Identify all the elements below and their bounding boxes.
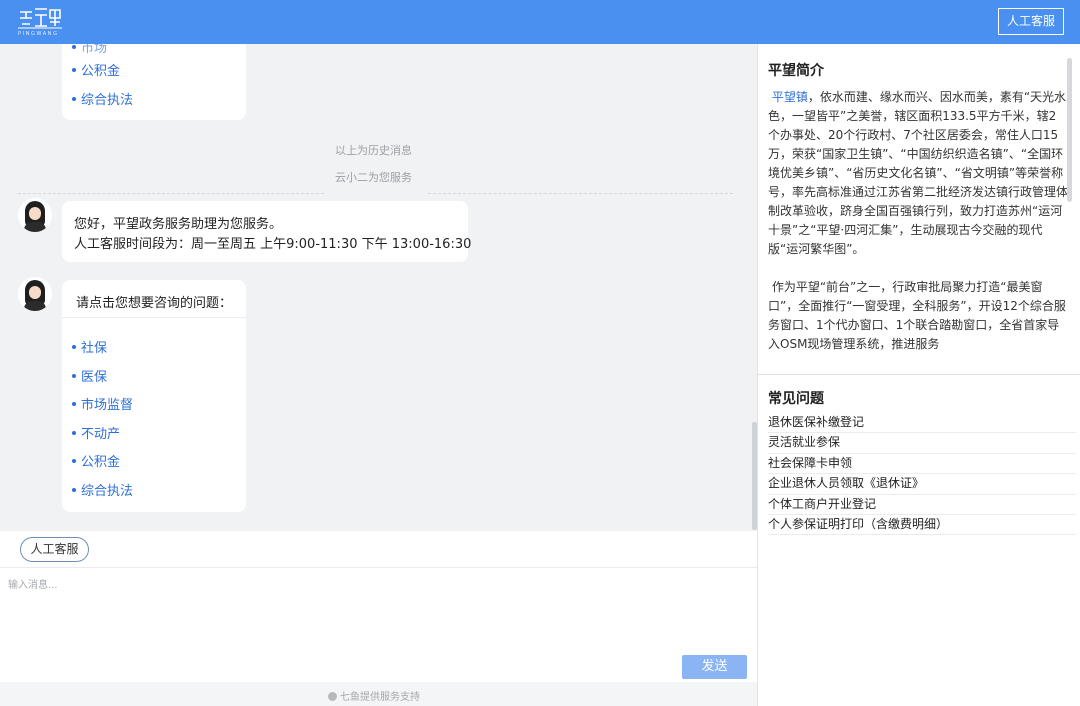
divider-right (428, 193, 733, 194)
list-item[interactable]: 市场 (72, 44, 107, 56)
intro-title: 平望简介 (768, 63, 824, 79)
human-service-pill[interactable]: 人工客服 (20, 537, 89, 562)
assistant-avatar (18, 277, 52, 311)
bullet-icon (72, 401, 76, 406)
info-panel: 平望简介 平望镇，依水而建、缘水而兴、因水而美，素有“天光水色，一望皆平”之美誉… (757, 44, 1080, 706)
question-item-market-supervision[interactable]: 市场监督 (72, 394, 133, 413)
bullet-icon (72, 67, 76, 72)
logo-icon (18, 8, 62, 29)
bullet-icon (72, 487, 76, 492)
faq-item[interactable]: 个体工商户开业登记 (768, 495, 1076, 515)
card-divider (62, 317, 246, 318)
question-prompt: 请点击您想要咨询的问题： (76, 296, 233, 311)
faq-item[interactable]: 灵活就业参保 (768, 433, 1076, 454)
greeting-bubble: 您好，平望政务服务助理为您服务。 人工客服时间段为：周一至周五 上午9:00-1… (62, 201, 472, 262)
history-menu-card: 市场 公积金 综合执法 (62, 44, 246, 120)
faq-item[interactable]: 企业退休人员领取《退休证》 (768, 474, 1076, 495)
bullet-icon (72, 373, 76, 378)
question-item-real-estate[interactable]: 不动产 (72, 423, 120, 442)
list-item[interactable]: 综合执法 (72, 89, 133, 108)
bullet-icon (72, 44, 76, 49)
bullet-icon (72, 344, 76, 349)
service-by-label: 云小二为您服务 (335, 171, 412, 184)
pingwang-logo: PINGWANG (18, 6, 62, 38)
top-bar: PINGWANG 人工客服 (0, 0, 1080, 44)
chat-history[interactable]: 市场 公积金 综合执法 以上为历史消息 云小二为您服务 您好，平望政务服务助理为… (0, 44, 757, 531)
divider-left (18, 193, 324, 194)
list-item[interactable]: 公积金 (72, 60, 120, 79)
assistant-avatar (18, 198, 52, 232)
human-service-button[interactable]: 人工客服 (997, 8, 1064, 35)
logo-subtext: PINGWANG (18, 31, 59, 37)
intro-scrollbar[interactable] (1067, 58, 1072, 202)
greeting-line-1: 您好，平望政务服务助理为您服务。 (74, 217, 283, 232)
intro-text[interactable]: 平望镇，依水而建、缘水而兴、因水而美，素有“天光水色，一望皆平”之美誉，辖区面积… (768, 88, 1068, 361)
message-input[interactable]: 输入消息... (8, 576, 58, 591)
composer-divider (0, 567, 757, 568)
intro-paragraph-1: ，依水而建、缘水而兴、因水而美，素有“天光水色，一望皆平”之美誉，辖区面积133… (768, 90, 1068, 256)
faq-item[interactable]: 社会保障卡申领 (768, 454, 1076, 475)
question-item-medical-insurance[interactable]: 医保 (72, 366, 107, 385)
greeting-line-2: 人工客服时间段为：周一至周五 上午9:00-11:30 下午 13:00-16:… (74, 237, 472, 252)
faq-item[interactable]: 退休医保补缴登记 (768, 413, 1076, 434)
faq-title: 常见问题 (768, 391, 824, 407)
question-item-law-enforcement[interactable]: 综合执法 (72, 480, 133, 499)
send-button[interactable]: 发送 (682, 655, 747, 679)
intro-highlight[interactable]: 平望镇 (772, 90, 808, 104)
question-item-social-security[interactable]: 社保 (72, 337, 107, 356)
powered-by-footer: 七鱼提供服务支持 (328, 688, 420, 703)
qiyu-logo-icon (328, 691, 337, 701)
question-menu-card: 请点击您想要咨询的问题： 社保 医保 市场监督 不动产 公积金 综合执法 (62, 280, 246, 512)
faq-list: 退休医保补缴登记 灵活就业参保 社会保障卡申领 企业退休人员领取《退休证》 个体… (768, 413, 1076, 536)
bullet-icon (72, 430, 76, 435)
bullet-icon (72, 458, 76, 463)
intro-paragraph-2: 作为平望“前台”之一，行政审批局聚力打造“最美窗口”，全面推行“一窗受理，全科服… (768, 280, 1066, 351)
history-divider-label: 以上为历史消息 (335, 144, 412, 157)
bullet-icon (72, 96, 76, 101)
panel-divider (758, 374, 1080, 375)
faq-item[interactable]: 个人参保证明打印（含缴费明细） (768, 515, 1076, 536)
question-item-housing-fund[interactable]: 公积金 (72, 451, 120, 470)
